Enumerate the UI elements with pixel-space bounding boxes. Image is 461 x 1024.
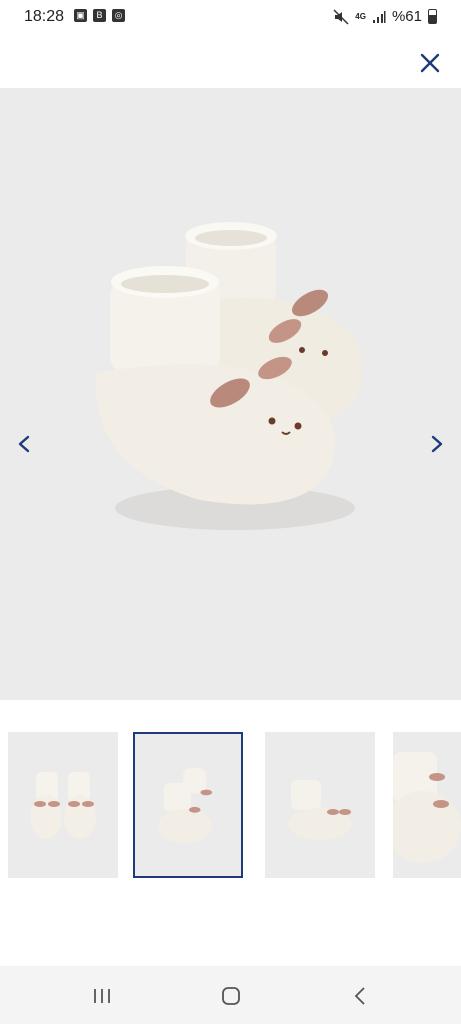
recent-apps-icon[interactable]: [82, 982, 122, 1010]
thumbnail-image: [385, 752, 461, 863]
thumbnail-2[interactable]: [133, 732, 243, 878]
status-right-icons: 4G %61: [333, 8, 437, 25]
battery-icon: [428, 9, 437, 24]
back-icon[interactable]: [340, 982, 380, 1010]
image-icon: ▣: [74, 9, 87, 22]
thumbnail-3[interactable]: [265, 732, 375, 878]
system-navigation-bar: [0, 966, 461, 1024]
status-left-icons: ▣ B ◎: [74, 9, 125, 22]
status-bar: 18:28 ▣ B ◎ 4G %61: [0, 0, 461, 34]
thumbnail-image: [30, 772, 96, 839]
header: [0, 34, 461, 88]
close-icon[interactable]: [417, 50, 443, 76]
chevron-left-icon[interactable]: [14, 429, 34, 459]
thumbnail-strip: [0, 730, 461, 880]
instagram-icon: ◎: [112, 9, 125, 22]
b-icon: B: [93, 9, 106, 22]
mute-icon: [333, 8, 349, 25]
thumbnail-image: [158, 768, 213, 844]
thumbnail-4[interactable]: [385, 732, 461, 878]
home-icon[interactable]: [211, 982, 251, 1010]
network-type: 4G: [355, 11, 366, 21]
signal-icon: [372, 10, 386, 23]
product-photo: [95, 222, 362, 530]
status-time: 18:28: [24, 8, 65, 25]
thumbnail-image: [288, 780, 352, 840]
chevron-right-icon[interactable]: [427, 429, 447, 459]
thumbnail-1[interactable]: [8, 732, 118, 878]
battery-percent: %61: [391, 8, 422, 25]
product-main-image[interactable]: [0, 88, 461, 700]
